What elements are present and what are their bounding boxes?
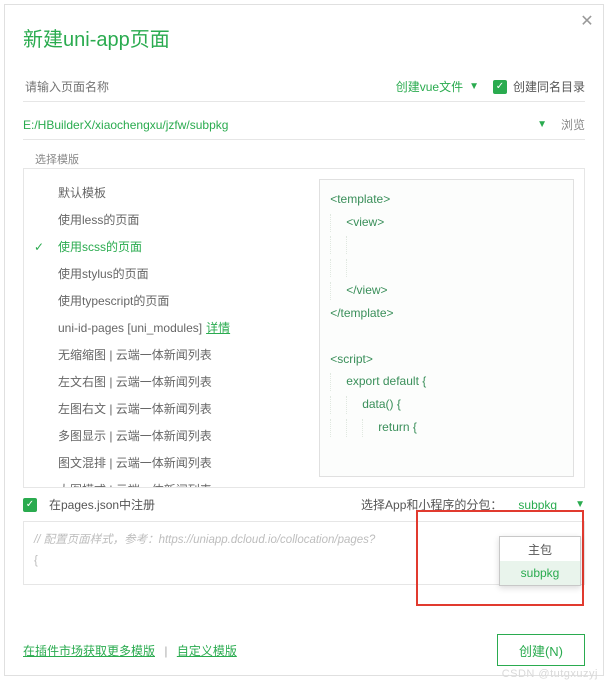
dropdown-option[interactable]: 主包 xyxy=(500,537,580,561)
chevron-down-icon[interactable]: ▼ xyxy=(537,119,547,130)
separator: | xyxy=(164,644,167,658)
register-row: ✓ 在pages.json中注册 选择App和小程序的分包： subpkg ▼ xyxy=(5,488,603,513)
subpkg-dropdown[interactable]: subpkg ▼ xyxy=(508,498,585,512)
dropdown-option-selected[interactable]: subpkg xyxy=(500,561,580,585)
more-templates-link[interactable]: 在插件市场获取更多模版 xyxy=(23,644,155,658)
code-preview: <template> <view> </view> </template> <s… xyxy=(319,179,574,477)
create-vue-dropdown[interactable]: 创建vue文件 ▼ xyxy=(396,78,479,95)
same-dir-label: 创建同名目录 xyxy=(513,78,585,95)
template-item[interactable]: 使用typescript的页面 xyxy=(24,287,315,314)
detail-link[interactable]: 详情 xyxy=(206,319,230,336)
register-checkbox[interactable]: ✓ xyxy=(23,498,37,512)
custom-template-link[interactable]: 自定义模版 xyxy=(177,644,237,658)
chevron-down-icon: ▼ xyxy=(469,81,479,92)
template-item[interactable]: 无缩缩图 | 云端一体新闻列表 xyxy=(24,341,315,368)
template-section-label: 选择模版 xyxy=(31,151,83,167)
template-item[interactable]: 使用stylus的页面 xyxy=(24,260,315,287)
template-item-selected[interactable]: ✓使用scss的页面 xyxy=(24,233,315,260)
close-icon[interactable]: ✕ xyxy=(573,7,601,35)
template-section: 默认模板 使用less的页面 ✓使用scss的页面 使用stylus的页面 使用… xyxy=(23,168,585,488)
path-value: E:/HBuilderX/xiaochengxu/jzfw/subpkg xyxy=(23,118,537,132)
template-item[interactable]: 默认模板 xyxy=(24,179,315,206)
check-icon: ✓ xyxy=(34,240,44,254)
subpkg-dropdown-popup: 主包 subpkg xyxy=(499,536,581,586)
template-item[interactable]: 图文混排 | 云端一体新闻列表 xyxy=(24,449,315,476)
chevron-down-icon: ▼ xyxy=(575,499,585,510)
path-row: E:/HBuilderX/xiaochengxu/jzfw/subpkg ▼ 浏… xyxy=(5,116,603,133)
template-list: 默认模板 使用less的页面 ✓使用scss的页面 使用stylus的页面 使用… xyxy=(24,169,315,487)
create-button[interactable]: 创建(N) xyxy=(497,634,585,666)
page-name-row: 创建vue文件 ▼ ✓ 创建同名目录 xyxy=(5,78,603,95)
divider xyxy=(23,101,585,102)
divider xyxy=(23,139,585,140)
page-name-input[interactable] xyxy=(23,79,388,95)
subpkg-value: subpkg xyxy=(518,498,557,512)
register-label: 在pages.json中注册 xyxy=(49,496,155,513)
template-item[interactable]: 左文右图 | 云端一体新闻列表 xyxy=(24,368,315,395)
footer-links: 在插件市场获取更多模版 | 自定义模版 xyxy=(23,642,497,659)
same-dir-checkbox[interactable]: ✓ xyxy=(493,80,507,94)
create-vue-label: 创建vue文件 xyxy=(396,78,463,95)
template-item[interactable]: 使用less的页面 xyxy=(24,206,315,233)
browse-button[interactable]: 浏览 xyxy=(561,116,585,133)
dialog-title: 新建uni-app页面 xyxy=(5,5,603,52)
template-section-header: 选择模版 xyxy=(23,158,585,168)
template-item[interactable]: 左图右文 | 云端一体新闻列表 xyxy=(24,395,315,422)
template-item[interactable]: 大图模式 | 云端一体新闻列表 xyxy=(24,476,315,487)
watermark: CSDN @tutgxuzyj xyxy=(502,668,598,680)
template-item[interactable]: uni-id-pages [uni_modules]详情 xyxy=(24,314,315,341)
config-brace: { xyxy=(34,551,574,572)
template-item[interactable]: 多图显示 | 云端一体新闻列表 xyxy=(24,422,315,449)
config-comment: // 配置页面样式，参考：https://uniapp.dcloud.io/co… xyxy=(34,530,574,551)
subpkg-prompt: 选择App和小程序的分包： xyxy=(361,496,502,513)
